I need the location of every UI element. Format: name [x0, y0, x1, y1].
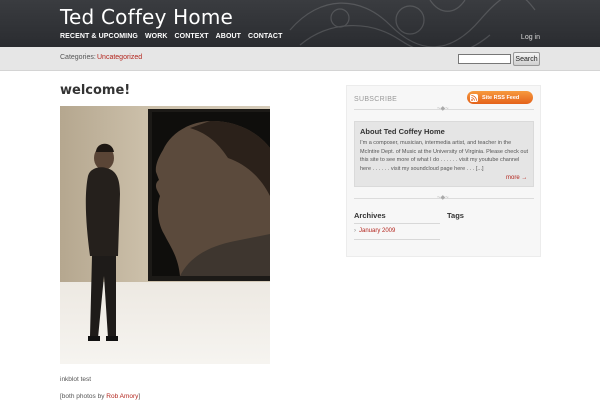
photo-credit-suffix: ] [138, 393, 141, 400]
nav-item-recent-upcoming[interactable]: RECENT & UPCOMING [60, 33, 138, 40]
rss-feed-button[interactable]: Site RSS Feed [467, 91, 533, 104]
archive-item-label: January 2009 [359, 228, 396, 234]
rss-icon [470, 93, 478, 102]
site-title[interactable]: Ted Coffey Home [60, 5, 233, 29]
subscribe-label: SUBSCRIBE [354, 96, 398, 103]
archives-rule [354, 239, 440, 240]
categories-label: Categories: [60, 54, 96, 61]
divider-ornament: ~◆~ [437, 195, 449, 201]
search-button[interactable]: Search [513, 52, 540, 66]
bullet-arrow-icon: › [354, 228, 356, 234]
header-ornament [289, 0, 536, 47]
category-link-uncategorized[interactable]: Uncategorized [97, 54, 142, 61]
tags-title: Tags [447, 211, 464, 220]
archive-item[interactable]: › January 2009 [354, 228, 395, 234]
about-title: About Ted Coffey Home [360, 127, 445, 136]
post-title[interactable]: welcome! [60, 83, 130, 98]
nav-item-about[interactable]: ABOUT [216, 33, 241, 40]
photo-illustration [60, 106, 270, 364]
photo-caption: inkblot test [60, 376, 92, 383]
archives-title: Archives [354, 211, 386, 220]
photo-credit: [both photos by Rob Amory] [60, 393, 140, 400]
site-header: Ted Coffey Home RECENT & UPCOMING WORK C… [0, 0, 600, 47]
main-nav: RECENT & UPCOMING WORK CONTEXT ABOUT CON… [60, 33, 282, 40]
nav-item-context[interactable]: CONTEXT [175, 33, 209, 40]
category-bar: Categories: Uncategorized Search [0, 47, 600, 71]
more-link[interactable]: more → [506, 175, 527, 181]
login-link[interactable]: Log in [521, 34, 540, 41]
photo-credit-link[interactable]: Rob Amory [106, 393, 138, 400]
search-input[interactable] [458, 54, 511, 64]
about-text: I'm a composer, musician, intermedia art… [360, 140, 529, 173]
divider-ornament: ~◆~ [437, 106, 449, 112]
archives-rule [354, 223, 440, 224]
nav-item-work[interactable]: WORK [145, 33, 168, 40]
nav-item-contact[interactable]: CONTACT [248, 33, 282, 40]
rss-feed-label: Site RSS Feed [482, 94, 520, 101]
photo-credit-prefix: [both photos by [60, 393, 107, 400]
post-photo [60, 106, 270, 364]
